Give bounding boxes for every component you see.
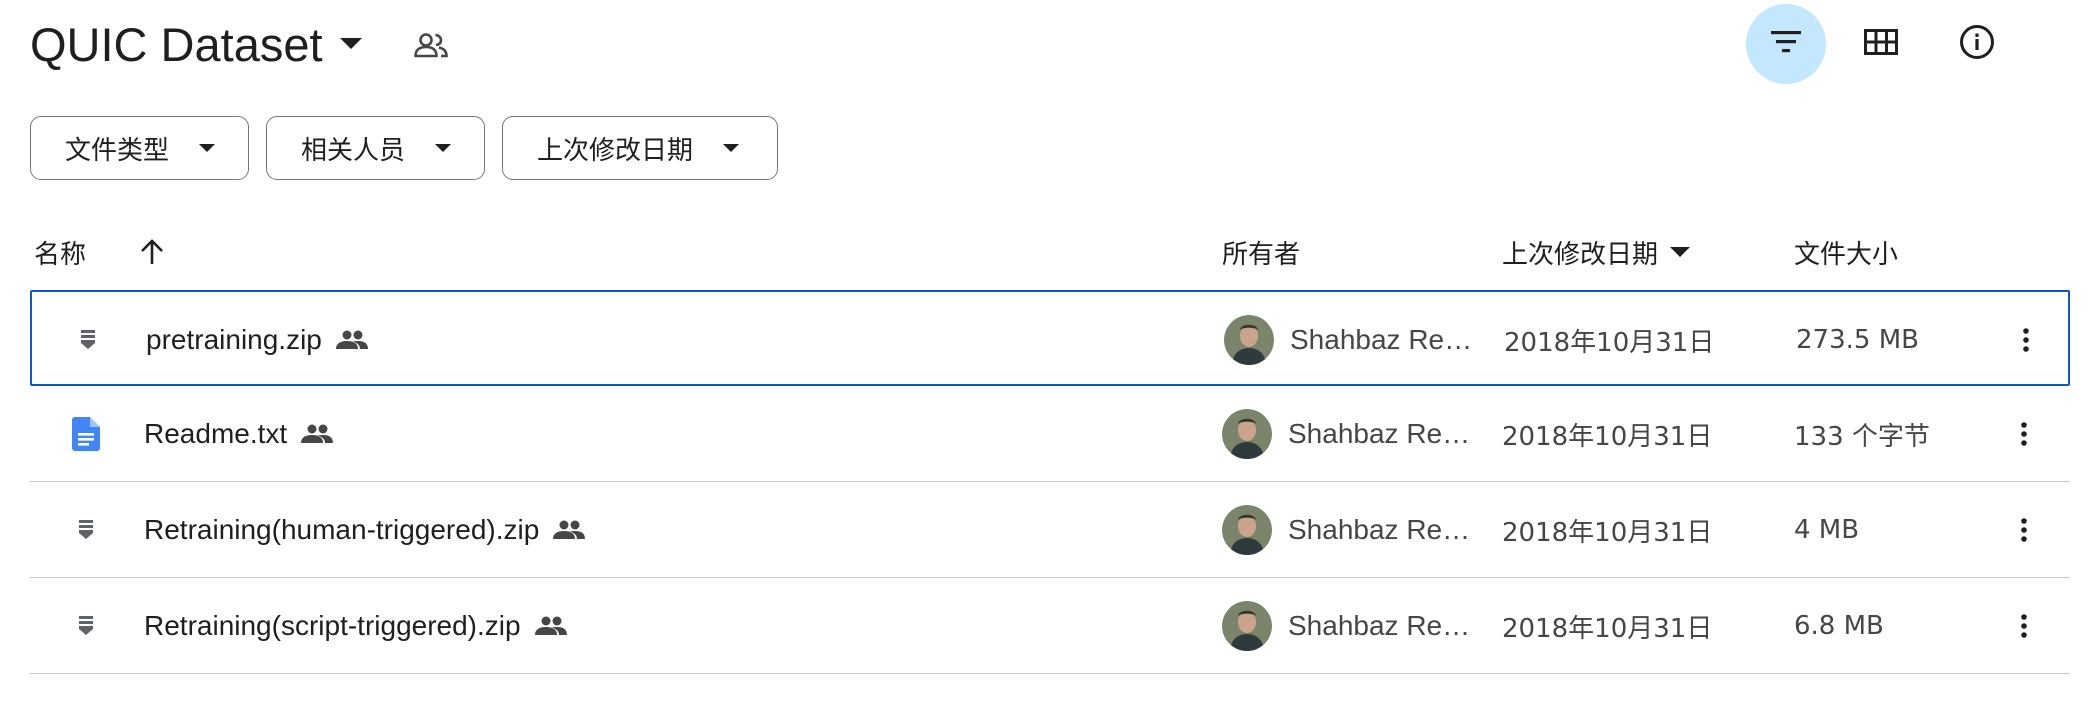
modified-date: 2018年10月31日 xyxy=(1502,517,1713,548)
filter-chip-modified[interactable]: 上次修改日期 xyxy=(502,116,778,180)
file-name[interactable]: pretraining.zip xyxy=(146,292,368,388)
file-size: 273.5 MB xyxy=(1796,325,1919,355)
info-outline-icon xyxy=(1959,24,1995,65)
file-name-text: Retraining(script-triggered).zip xyxy=(144,610,521,641)
column-name-label: 名称 xyxy=(34,239,87,270)
file-list: pretraining.zip Shahbaz Reza 2018年10月31日… xyxy=(30,290,2070,674)
table-row[interactable]: pretraining.zip Shahbaz Reza 2018年10月31日… xyxy=(30,290,2070,386)
column-name[interactable]: 名称 xyxy=(34,226,86,278)
file-name[interactable]: Readme.txt xyxy=(144,386,334,482)
arrow-upward-icon[interactable] xyxy=(134,234,170,270)
zip-archive-icon xyxy=(68,292,108,388)
table-row[interactable]: Retraining(script-triggered).zip Shahbaz… xyxy=(30,578,2070,674)
modified-date: 2018年10月31日 xyxy=(1504,327,1715,358)
column-header: 名称 所有者 上次修改日期 文件大小 xyxy=(30,226,2070,278)
arrow-drop-down-icon xyxy=(719,136,743,160)
avatar xyxy=(1222,601,1272,651)
people-icon xyxy=(553,520,586,540)
column-size[interactable]: 文件大小 xyxy=(1794,226,1898,278)
arrow-drop-down-icon xyxy=(1670,247,1691,257)
filter-chip-file-type[interactable]: 文件类型 xyxy=(30,116,249,180)
file-name[interactable]: Retraining(human-triggered).zip xyxy=(144,482,586,578)
filter-chip-label: 上次修改日期 xyxy=(537,135,694,166)
more-vert-icon[interactable] xyxy=(2004,578,2044,674)
owner-cell: Shahbaz Rezaei xyxy=(1222,482,1472,578)
owner-cell: Shahbaz Rezaei xyxy=(1222,578,1472,674)
top-bar: QUIC Dataset xyxy=(0,0,2096,90)
file-size: 4 MB xyxy=(1794,515,1860,545)
filter-chips: 文件类型 相关人员 上次修改日期 xyxy=(30,116,778,180)
filter-chip-label: 相关人员 xyxy=(301,135,406,166)
owner-name: Shahbaz Rezaei xyxy=(1288,610,1472,641)
avatar xyxy=(1222,505,1272,555)
more-vert-icon[interactable] xyxy=(2004,482,2044,578)
more-vert-icon[interactable] xyxy=(2004,386,2044,482)
grid-view-button[interactable] xyxy=(1841,4,1921,84)
file-name-text: Readme.txt xyxy=(144,418,288,449)
owner-cell: Shahbaz Rezaei xyxy=(1224,292,1474,388)
file-size: 133 个字节 xyxy=(1794,421,1930,452)
more-vert-icon[interactable] xyxy=(2006,292,2046,388)
modified-date: 2018年10月31日 xyxy=(1502,421,1713,452)
folder-title-button[interactable]: QUIC Dataset xyxy=(30,12,371,76)
column-size-label: 文件大小 xyxy=(1794,239,1899,270)
modified-date: 2018年10月31日 xyxy=(1502,613,1713,644)
file-size: 6.8 MB xyxy=(1794,611,1884,641)
people-outline-icon[interactable] xyxy=(408,22,454,68)
owner-cell: Shahbaz Rezaei xyxy=(1222,386,1472,482)
avatar xyxy=(1222,409,1272,459)
document-icon xyxy=(66,386,106,482)
people-icon xyxy=(301,424,334,444)
details-button[interactable] xyxy=(1937,4,2017,84)
file-name-text: Retraining(human-triggered).zip xyxy=(144,514,540,545)
file-name[interactable]: Retraining(script-triggered).zip xyxy=(144,578,567,674)
people-icon xyxy=(534,616,567,636)
arrow-drop-down-icon xyxy=(195,136,219,160)
zip-archive-icon xyxy=(66,482,106,578)
arrow-drop-down-icon xyxy=(331,24,371,64)
table-row[interactable]: Readme.txt Shahbaz Reza 2018年10月31日 133 … xyxy=(30,386,2070,482)
filter-list-icon xyxy=(1771,30,1801,58)
file-name-text: pretraining.zip xyxy=(146,324,322,355)
avatar xyxy=(1224,315,1274,365)
column-owner[interactable]: 所有者 xyxy=(1222,226,1300,278)
owner-name: Shahbaz Rezaei xyxy=(1290,324,1474,355)
grid-view-icon xyxy=(1864,28,1898,60)
column-modified-label: 上次修改日期 xyxy=(1502,239,1659,270)
owner-name: Shahbaz Rezaei xyxy=(1288,514,1472,545)
filter-chip-people[interactable]: 相关人员 xyxy=(266,116,485,180)
people-icon xyxy=(335,330,368,350)
filter-chip-label: 文件类型 xyxy=(65,135,170,166)
arrow-drop-down-icon xyxy=(431,136,455,160)
owner-name: Shahbaz Rezaei xyxy=(1288,418,1472,449)
column-modified[interactable]: 上次修改日期 xyxy=(1502,226,1691,278)
filter-button[interactable] xyxy=(1746,4,1826,84)
table-row[interactable]: Retraining(human-triggered).zip Shahbaz … xyxy=(30,482,2070,578)
column-owner-label: 所有者 xyxy=(1222,239,1301,270)
folder-title: QUIC Dataset xyxy=(30,17,323,71)
zip-archive-icon xyxy=(66,578,106,674)
